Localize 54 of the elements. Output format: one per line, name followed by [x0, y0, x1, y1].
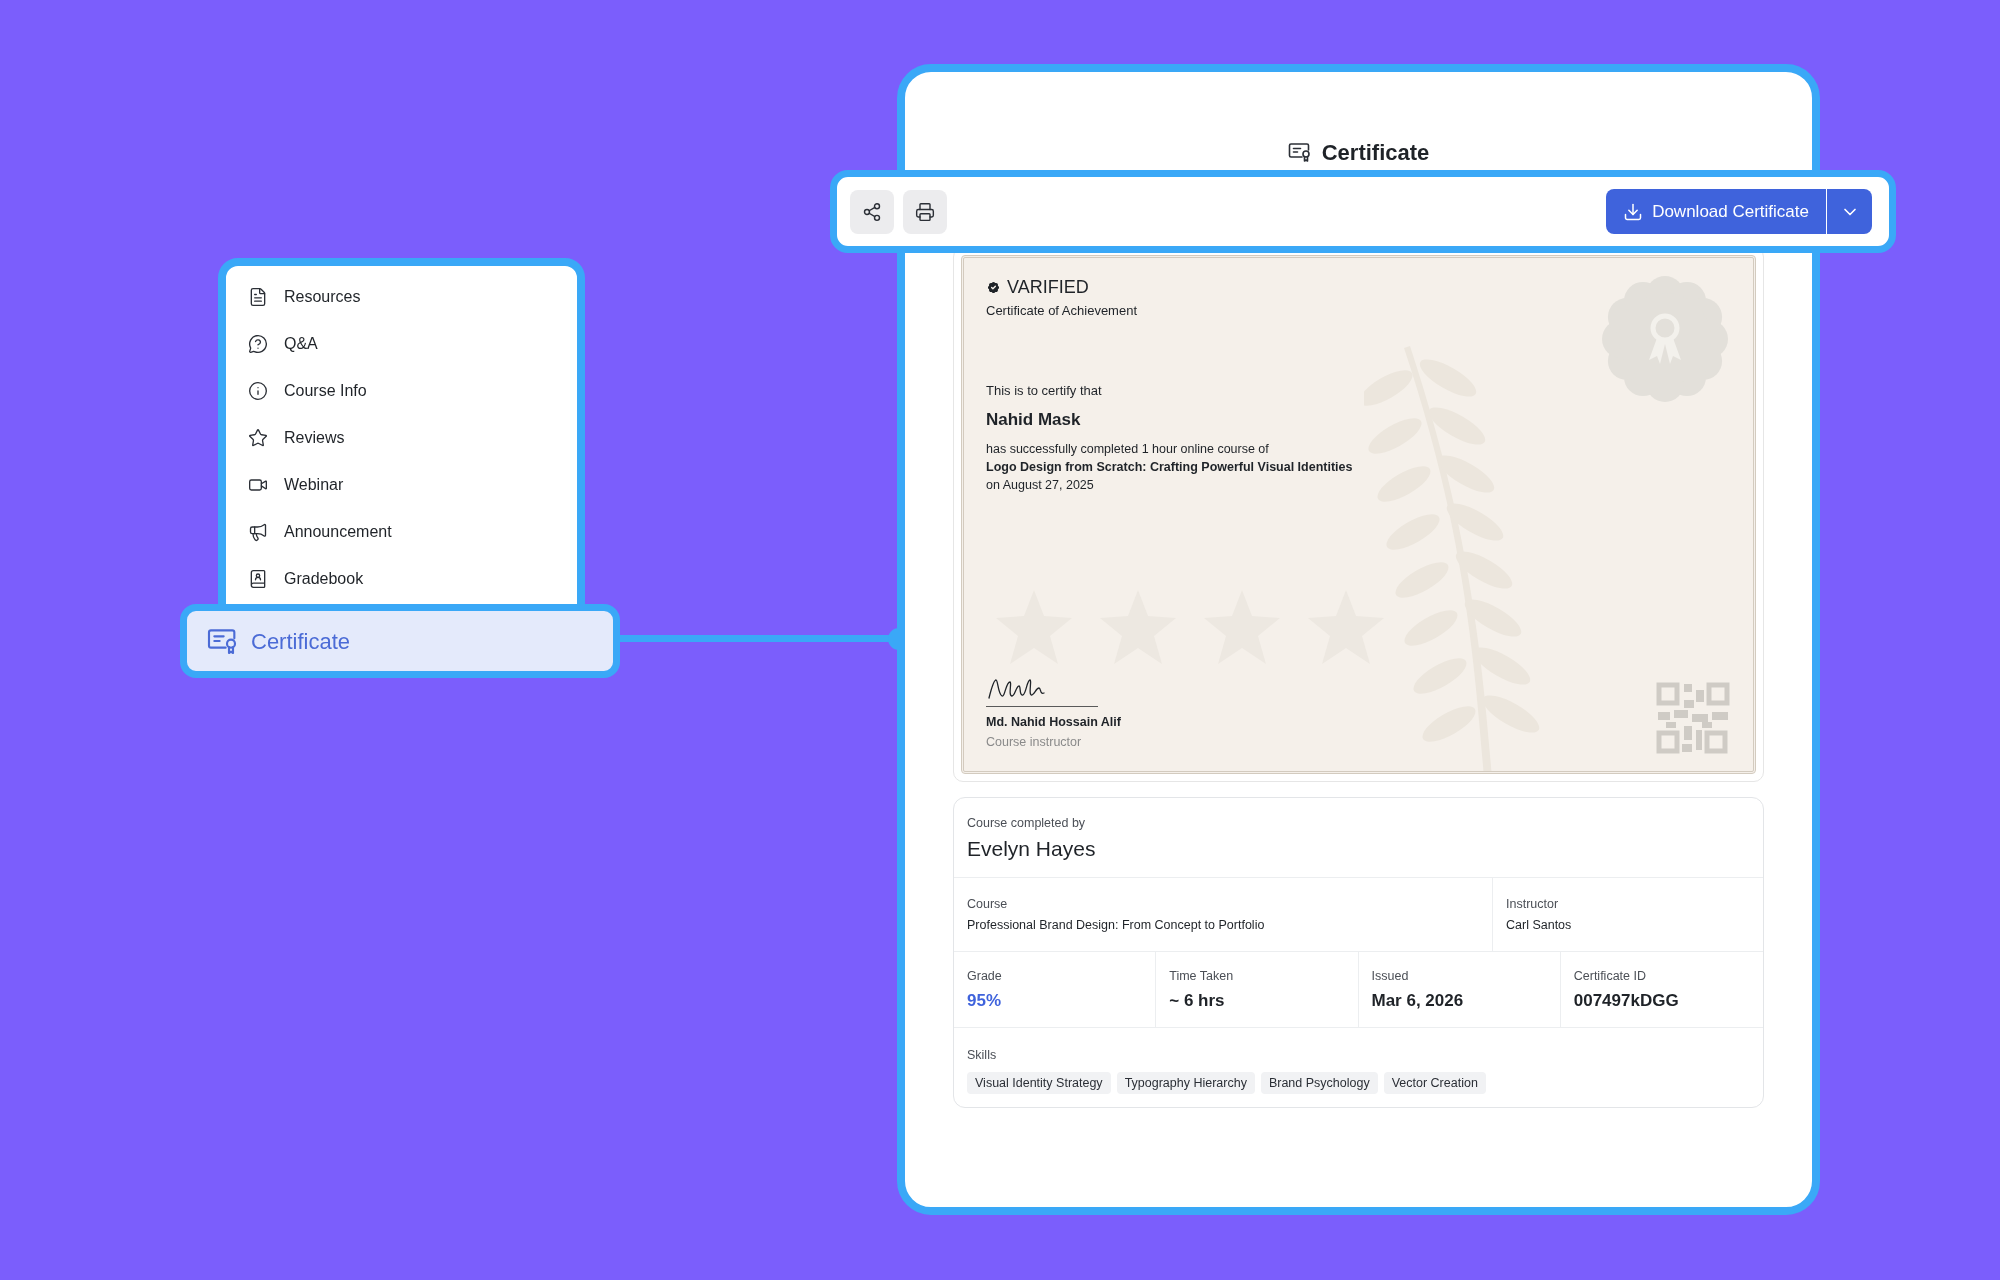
star-icon: [248, 427, 268, 448]
sidebar-item[interactable]: Announcement: [226, 508, 577, 555]
certificate-icon: [1287, 142, 1312, 162]
share-button[interactable]: [850, 189, 894, 234]
document-icon: [248, 286, 268, 307]
certify-text: This is to certify that: [986, 382, 1102, 400]
sidebar-item[interactable]: Q&A: [226, 320, 577, 367]
field-value: Professional Brand Design: From Concept to Portfolio: [967, 917, 1265, 934]
megaphone-icon: [248, 521, 268, 542]
recipient-name: Nahid Mask: [986, 409, 1081, 431]
question-icon: [248, 333, 268, 354]
download-icon: [1623, 201, 1644, 222]
stat-label: Issued: [1371, 968, 1409, 985]
completion-date: on August 27, 2025: [986, 477, 1094, 494]
sidebar-item[interactable]: Resources: [226, 273, 577, 320]
field-label: Course completed by: [967, 815, 1086, 832]
stat-label: Time Taken: [1169, 968, 1234, 985]
field-label: Instructor: [1506, 896, 1559, 913]
completion-text: has successfully completed 1 hour online course of: [986, 441, 1269, 458]
stat-value: ~ 6 hrs: [1169, 990, 1225, 1012]
skill-tag: Vector Creation: [1383, 1072, 1486, 1094]
print-icon: [915, 201, 935, 222]
info-icon: [248, 380, 268, 401]
instructor-name: Md. Nahid Hossain Alif: [986, 714, 1121, 731]
download-options-button[interactable]: [1826, 189, 1872, 234]
stat-label: Grade: [967, 968, 1002, 985]
sidebar-item[interactable]: Gradebook: [226, 555, 577, 602]
course-title: Logo Design from Scratch: Crafting Powerful Visual Identities: [986, 459, 1353, 476]
field-label: Course: [967, 896, 1008, 913]
certificate-icon: [207, 627, 239, 655]
print-button[interactable]: [903, 189, 947, 234]
verified-badge-icon: [986, 279, 1001, 295]
skill-tag: Brand Psychology: [1260, 1072, 1378, 1094]
sidebar-item[interactable]: Reviews: [226, 414, 577, 461]
stat-value: 95%: [967, 990, 1002, 1012]
sidebar-item[interactable]: Certificate: [180, 604, 620, 678]
stat-label: Certificate ID: [1573, 968, 1646, 985]
skill-tag: Visual Identity Strategy: [967, 1072, 1111, 1094]
verified-status: VARIFIED: [1007, 276, 1089, 298]
field-value: Carl Santos: [1506, 917, 1572, 934]
sidebar-item[interactable]: Course Info: [226, 367, 577, 414]
stat-value: Mar 6, 2026: [1371, 990, 1464, 1012]
skill-tag: Typography Hierarchy: [1116, 1072, 1255, 1094]
stat-value: 007497kDGG: [1573, 990, 1679, 1012]
share-icon: [862, 201, 882, 222]
learner-name: Evelyn Hayes: [967, 836, 1096, 862]
sidebar-item[interactable]: Webinar: [226, 461, 577, 508]
panel-title: Certificate: [1321, 138, 1430, 167]
skills-label: Skills: [967, 1047, 997, 1064]
book-icon: [248, 568, 268, 589]
certificate-subtitle: Certificate of Achievement: [986, 302, 1138, 320]
instructor-role: Course instructor: [986, 734, 1082, 751]
download-button[interactable]: Download Certificate: [1606, 189, 1826, 234]
qr-code-icon: [1656, 682, 1730, 754]
